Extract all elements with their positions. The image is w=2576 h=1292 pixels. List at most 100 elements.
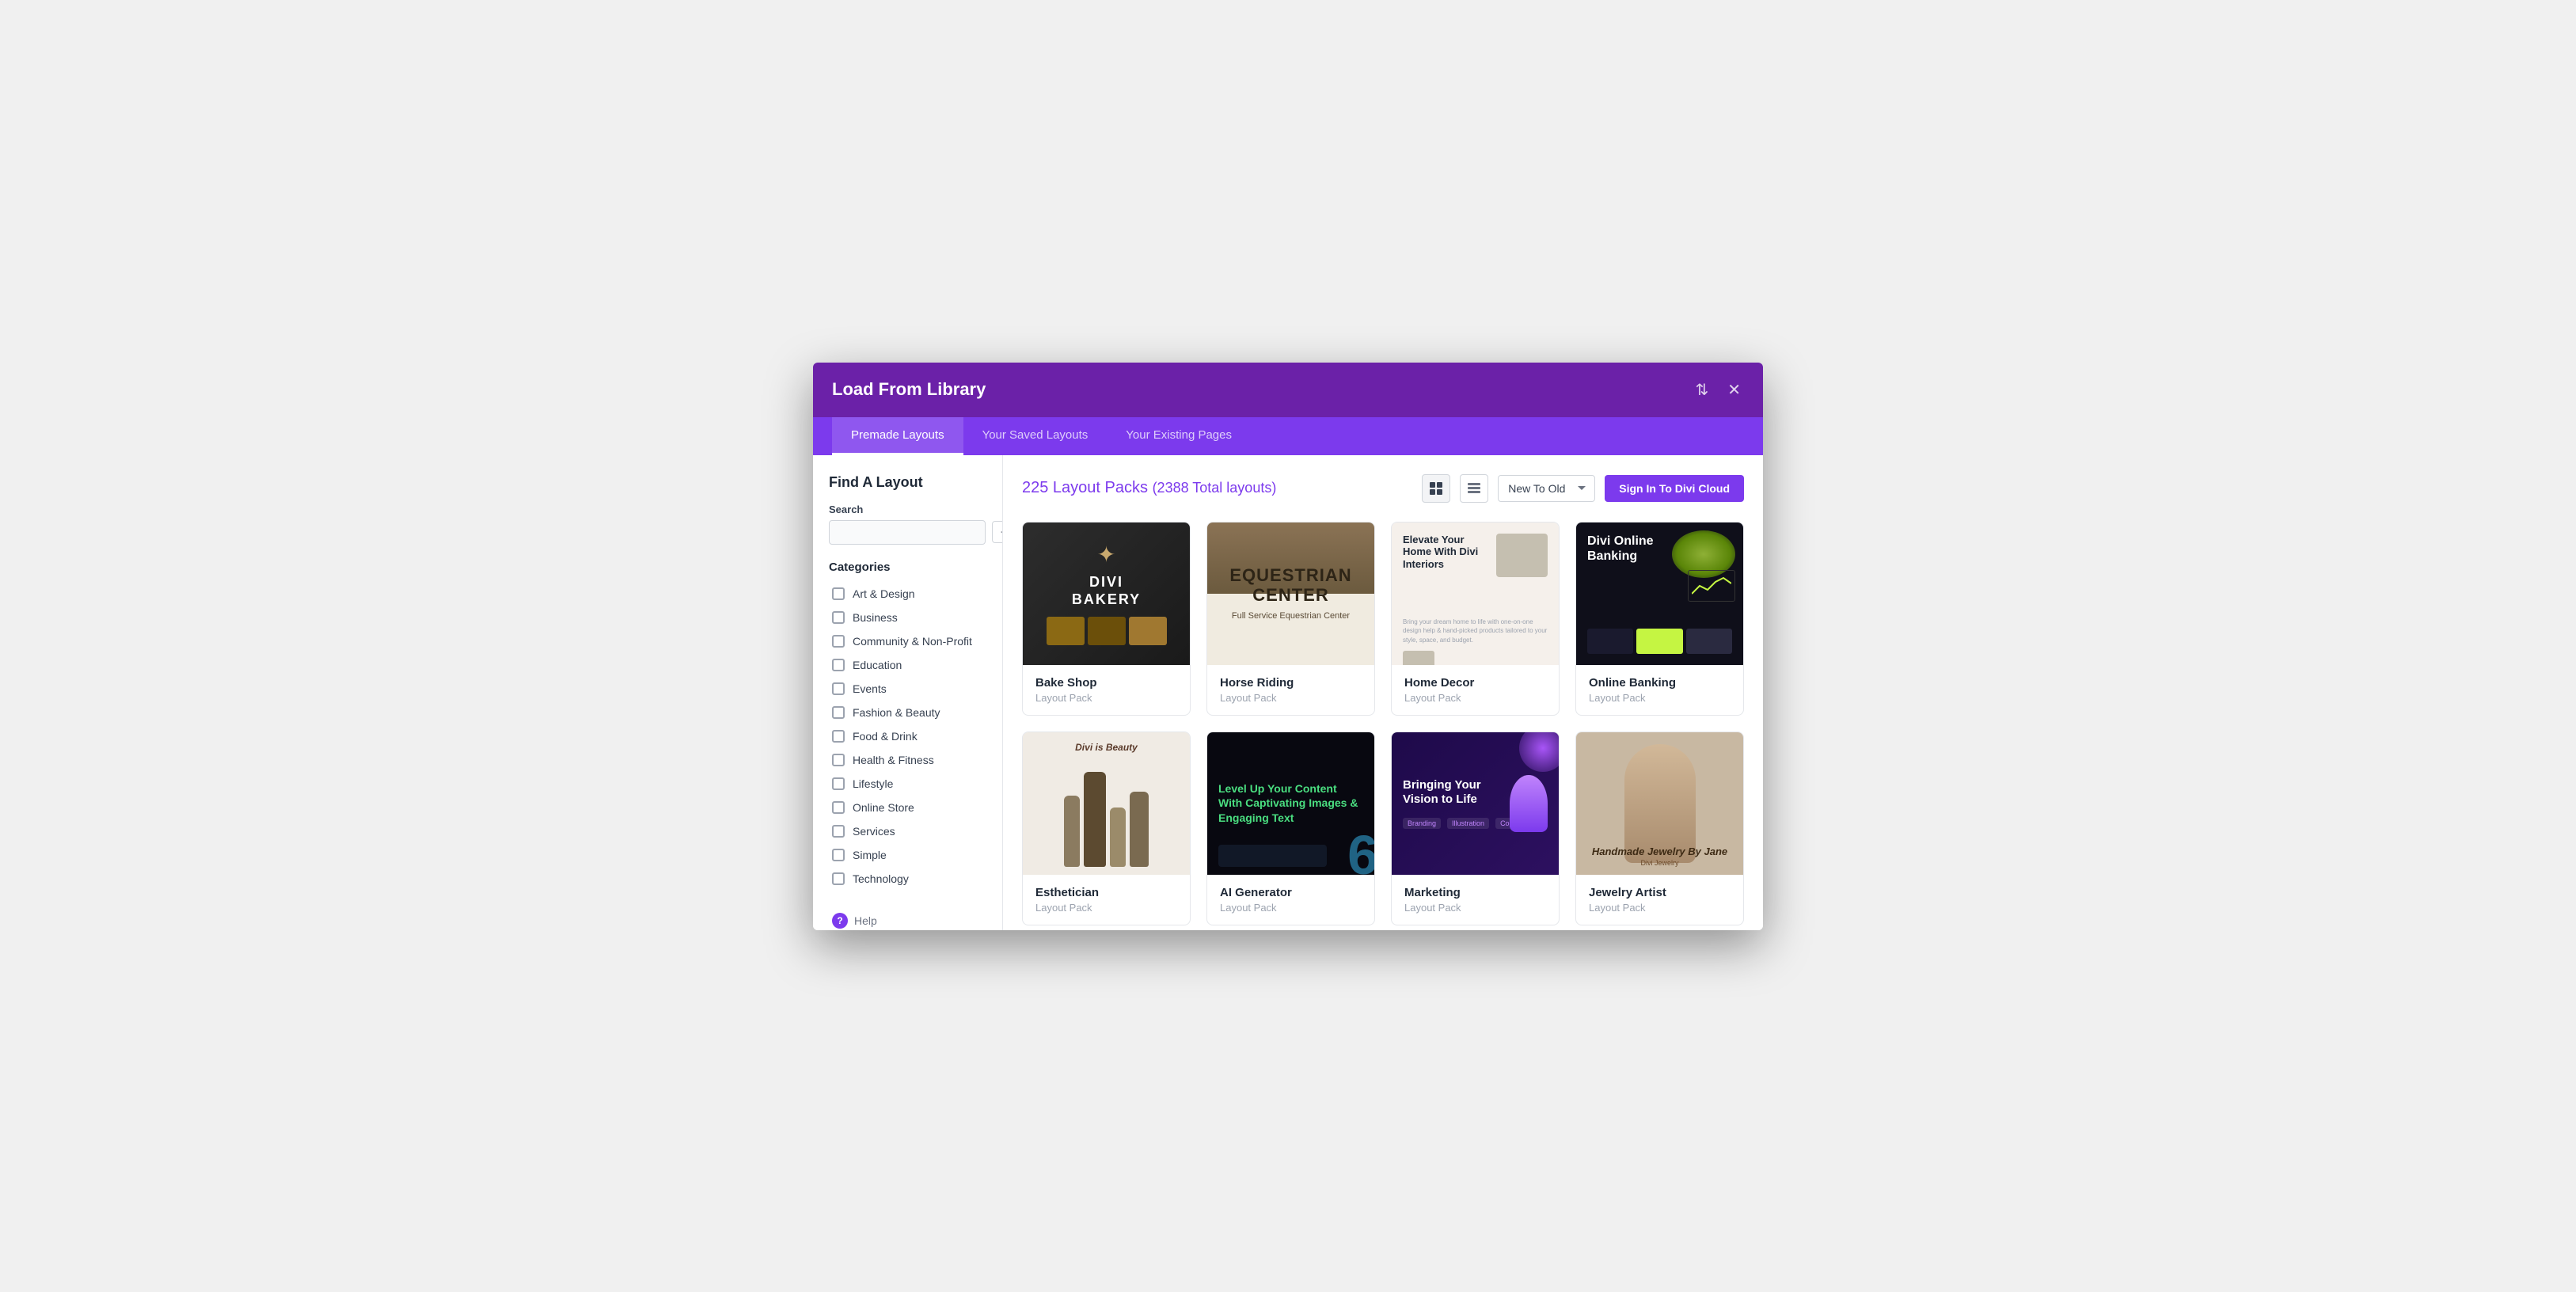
card-thumbnail-online-banking: Divi OnlineBanking xyxy=(1576,522,1743,665)
category-item-fashion-beauty[interactable]: Fashion & Beauty xyxy=(829,701,986,724)
sign-in-cloud-button[interactable]: Sign In To Divi Cloud xyxy=(1605,475,1744,502)
category-item-simple[interactable]: Simple xyxy=(829,843,986,867)
marketing-title: Bringing Your Vision to Life xyxy=(1403,778,1483,807)
card-thumbnail-esthetician: Divi is Beauty xyxy=(1023,732,1190,875)
category-checkbox-lifestyle[interactable] xyxy=(832,777,845,790)
category-label-simple: Simple xyxy=(853,849,887,861)
category-checkbox-services[interactable] xyxy=(832,825,845,838)
category-label-education: Education xyxy=(853,659,902,671)
layout-card-jewelry-artist[interactable]: Handmade Jewelry By Jane Divi Jewelry Je… xyxy=(1575,732,1744,925)
card-name-home-decor: Home Decor xyxy=(1404,676,1546,690)
category-checkbox-community-nonprofit[interactable] xyxy=(832,635,845,648)
load-from-library-modal: Load From Library ⇅ ✕ Premade Layouts Yo… xyxy=(813,363,1763,930)
card-thumbnail-ai-generator: Level Up Your Content With Captivating I… xyxy=(1207,732,1374,875)
card-type-online-banking: Layout Pack xyxy=(1589,692,1731,704)
layout-card-marketing[interactable]: Bringing Your Vision to Life Branding Il… xyxy=(1391,732,1560,925)
layout-count-text: 225 Layout Packs (2388 Total layouts) xyxy=(1022,479,1276,496)
card-name-bake-shop: Bake Shop xyxy=(1035,676,1177,690)
card-type-jewelry-artist: Layout Pack xyxy=(1589,902,1731,914)
card-type-esthetician: Layout Pack xyxy=(1035,902,1177,914)
grid-view-button[interactable] xyxy=(1422,474,1450,503)
find-layout-title: Find A Layout xyxy=(829,474,986,491)
tab-existing-pages[interactable]: Your Existing Pages xyxy=(1107,417,1251,455)
help-icon: ? xyxy=(832,913,848,929)
category-checkbox-education[interactable] xyxy=(832,659,845,671)
header-controls: New To OldOld To NewAlphabetical Sign In… xyxy=(1422,474,1744,503)
category-label-online-store: Online Store xyxy=(853,801,914,814)
content-header: 225 Layout Packs (2388 Total layouts) xyxy=(1022,474,1744,503)
layout-card-home-decor[interactable]: Elevate Your Home With Divi Interiors Br… xyxy=(1391,522,1560,716)
card-info-marketing: Marketing Layout Pack xyxy=(1392,875,1559,925)
layout-card-horse-riding[interactable]: EQUESTRIANCENTER Full Service Equestrian… xyxy=(1206,522,1375,716)
category-item-lifestyle[interactable]: Lifestyle xyxy=(829,772,986,796)
filter-button[interactable]: + Filter xyxy=(992,521,1003,543)
category-checkbox-fashion-beauty[interactable] xyxy=(832,706,845,719)
bottle2 xyxy=(1084,772,1106,867)
search-input[interactable] xyxy=(829,520,986,545)
card-name-ai-generator: AI Generator xyxy=(1220,886,1362,899)
esthet-brand: Divi is Beauty xyxy=(1023,742,1190,753)
category-label-lifestyle: Lifestyle xyxy=(853,777,893,790)
close-button[interactable]: ✕ xyxy=(1724,377,1744,403)
homedecor-image xyxy=(1496,534,1548,577)
help-label: Help xyxy=(854,914,877,927)
card-info-bake-shop: Bake Shop Layout Pack xyxy=(1023,665,1190,715)
homedecor-title: Elevate Your Home With Divi Interiors xyxy=(1403,534,1483,571)
category-checkbox-art-design[interactable] xyxy=(832,587,845,600)
category-item-services[interactable]: Services xyxy=(829,819,986,843)
category-checkbox-events[interactable] xyxy=(832,682,845,695)
category-label-technology: Technology xyxy=(853,872,909,885)
tab-premade-layouts[interactable]: Premade Layouts xyxy=(832,417,963,455)
category-item-food-drink[interactable]: Food & Drink xyxy=(829,724,986,748)
category-item-health-fitness[interactable]: Health & Fitness xyxy=(829,748,986,772)
category-checkbox-business[interactable] xyxy=(832,611,845,624)
layout-card-bake-shop[interactable]: ✦ DIVIBAKERY Bake Shop Layout Pack xyxy=(1022,522,1191,716)
bakeshop-sub-images xyxy=(1047,617,1167,645)
card-type-ai-generator: Layout Pack xyxy=(1220,902,1362,914)
total-layouts-text: (2388 Total layouts) xyxy=(1153,480,1277,496)
category-label-business: Business xyxy=(853,611,898,624)
help-button[interactable]: ? Help xyxy=(829,906,880,930)
bottle4 xyxy=(1130,792,1149,867)
tab-saved-layouts[interactable]: Your Saved Layouts xyxy=(963,417,1108,455)
category-checkbox-simple[interactable] xyxy=(832,849,845,861)
search-label: Search xyxy=(829,504,986,515)
horse-sub: Full Service Equestrian Center xyxy=(1232,611,1350,621)
marketing-figure xyxy=(1510,775,1548,832)
homedecor-img2 xyxy=(1403,651,1434,665)
card-info-home-decor: Home Decor Layout Pack xyxy=(1392,665,1559,715)
category-item-art-design[interactable]: Art & Design xyxy=(829,582,986,606)
layout-card-ai-generator[interactable]: Level Up Your Content With Captivating I… xyxy=(1206,732,1375,925)
category-checkbox-health-fitness[interactable] xyxy=(832,754,845,766)
category-label-fashion-beauty: Fashion & Beauty xyxy=(853,706,940,719)
category-item-community-nonprofit[interactable]: Community & Non-Profit xyxy=(829,629,986,653)
sort-select[interactable]: New To OldOld To NewAlphabetical xyxy=(1498,475,1595,502)
layout-card-online-banking[interactable]: Divi OnlineBanking Online Banking Layout… xyxy=(1575,522,1744,716)
category-checkbox-technology[interactable] xyxy=(832,872,845,885)
category-item-technology[interactable]: Technology xyxy=(829,867,986,891)
category-item-events[interactable]: Events xyxy=(829,677,986,701)
list-view-button[interactable] xyxy=(1460,474,1488,503)
card-thumbnail-home-decor: Elevate Your Home With Divi Interiors Br… xyxy=(1392,522,1559,665)
ai-phone xyxy=(1218,845,1327,867)
homedecor-desc: Bring your dream home to life with one-o… xyxy=(1403,618,1548,644)
modal-header-actions: ⇅ ✕ xyxy=(1692,377,1744,403)
bakeshop-icon: ✦ xyxy=(1097,542,1115,568)
sort-icon-button[interactable]: ⇅ xyxy=(1692,377,1712,403)
category-item-education[interactable]: Education xyxy=(829,653,986,677)
banking-title: Divi OnlineBanking xyxy=(1587,534,1732,564)
category-label-events: Events xyxy=(853,682,887,695)
bakeshop-brand: DIVIBAKERY xyxy=(1072,574,1141,608)
category-item-online-store[interactable]: Online Store xyxy=(829,796,986,819)
ai-title: Level Up Your Content With Captivating I… xyxy=(1218,781,1363,825)
layout-card-esthetician[interactable]: Divi is Beauty Esthetician Layout Pack xyxy=(1022,732,1191,925)
category-checkbox-online-store[interactable] xyxy=(832,801,845,814)
categories-title: Categories xyxy=(829,560,986,574)
modal-tabs: Premade Layouts Your Saved Layouts Your … xyxy=(813,417,1763,455)
category-item-business[interactable]: Business xyxy=(829,606,986,629)
category-checkbox-food-drink[interactable] xyxy=(832,730,845,743)
card-name-online-banking: Online Banking xyxy=(1589,676,1731,690)
card-name-horse-riding: Horse Riding xyxy=(1220,676,1362,690)
ai-number: 6 xyxy=(1347,827,1374,875)
category-label-health-fitness: Health & Fitness xyxy=(853,754,934,766)
